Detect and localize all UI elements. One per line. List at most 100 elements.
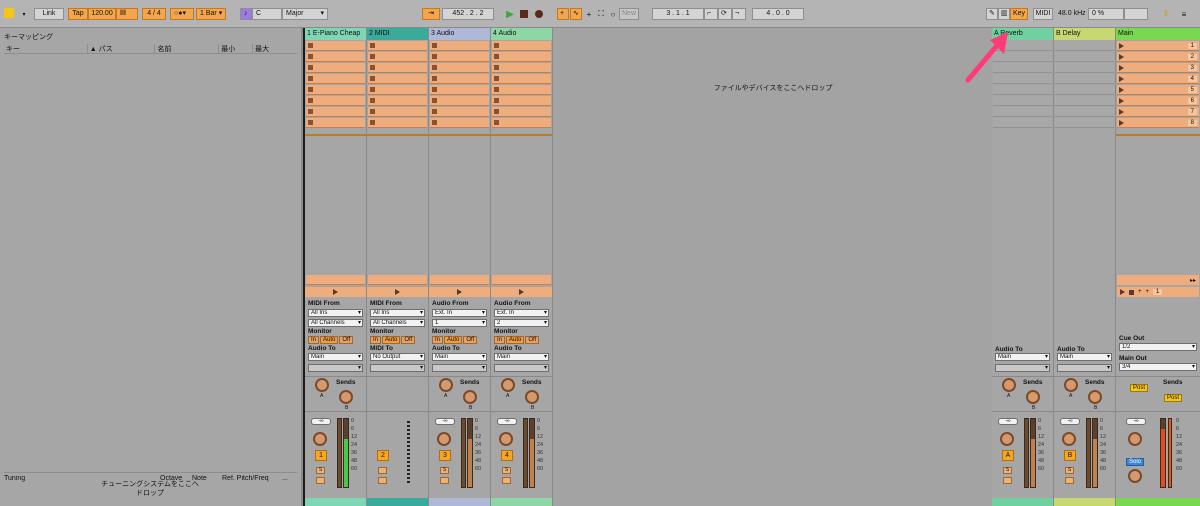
loop-length-field[interactable]: 4 . 0 . 0 bbox=[752, 8, 804, 20]
key-map-button[interactable]: Key bbox=[1010, 8, 1028, 20]
monitor-auto[interactable]: Auto bbox=[444, 336, 463, 344]
clip-stop-icon[interactable] bbox=[308, 76, 313, 81]
clip-slot[interactable] bbox=[492, 85, 551, 95]
track-activator[interactable]: 4 bbox=[501, 450, 513, 461]
quantize-select[interactable]: 1 Bar ▾ bbox=[196, 8, 226, 20]
output-select[interactable]: Main bbox=[308, 353, 363, 361]
clip-slot[interactable] bbox=[492, 107, 551, 117]
scene-launcher[interactable]: 2 bbox=[1117, 52, 1199, 62]
monitor-auto[interactable]: Auto bbox=[320, 336, 339, 344]
clip-slot[interactable] bbox=[368, 41, 427, 51]
output-channel-select[interactable] bbox=[370, 364, 425, 372]
stop-button[interactable] bbox=[367, 287, 428, 297]
output-channel-select[interactable] bbox=[432, 364, 487, 372]
scene-launcher[interactable]: 5 bbox=[1117, 85, 1199, 95]
volume-display[interactable]: -∞ bbox=[497, 418, 517, 425]
clip-slot[interactable] bbox=[430, 107, 489, 117]
input-type-select[interactable]: Ext. In bbox=[432, 309, 487, 317]
clip-slot[interactable] bbox=[430, 41, 489, 51]
output-select[interactable]: Main bbox=[995, 353, 1050, 361]
clip-slot[interactable] bbox=[368, 52, 427, 62]
track-activator[interactable]: 3 bbox=[439, 450, 451, 461]
return-header[interactable]: B Delay bbox=[1054, 28, 1115, 40]
output-select[interactable]: Main bbox=[432, 353, 487, 361]
clip-stop-icon[interactable] bbox=[370, 109, 375, 114]
clip-slot[interactable] bbox=[368, 118, 427, 128]
scene-launcher[interactable]: 1 bbox=[1117, 41, 1199, 51]
clip-slot[interactable] bbox=[306, 118, 365, 128]
keyboard-icon[interactable]: ▥ bbox=[998, 8, 1010, 20]
input-channel-select[interactable]: 2 bbox=[494, 319, 549, 327]
clip-stop-icon[interactable] bbox=[308, 109, 313, 114]
volume-fader[interactable] bbox=[523, 418, 528, 488]
clip-slot[interactable] bbox=[306, 52, 365, 62]
app-icon[interactable] bbox=[4, 8, 14, 18]
track-activator[interactable]: B bbox=[1064, 450, 1076, 461]
stop-icon[interactable] bbox=[1129, 289, 1134, 295]
clip-stop-icon[interactable] bbox=[494, 54, 499, 59]
key-select[interactable]: C bbox=[252, 8, 282, 20]
loop-start-field[interactable]: 3 . 1 . 1 bbox=[652, 8, 704, 20]
arm-button[interactable] bbox=[378, 477, 387, 484]
new-button[interactable]: New bbox=[619, 8, 639, 20]
clip-stop-icon[interactable] bbox=[432, 120, 437, 125]
pan-knob[interactable] bbox=[1000, 432, 1014, 446]
send-b-knob[interactable] bbox=[463, 390, 477, 404]
stop-all-icon[interactable]: ▸▸ bbox=[1190, 277, 1196, 284]
midi-map-button[interactable]: MIDI bbox=[1033, 8, 1053, 20]
cue-out-select[interactable]: 1/2 bbox=[1119, 343, 1197, 351]
send-a-knob[interactable] bbox=[501, 378, 515, 392]
post-button[interactable]: Post bbox=[1164, 394, 1183, 402]
tempo-field[interactable]: 120.00 bbox=[88, 8, 116, 20]
clip-stop-icon[interactable] bbox=[494, 76, 499, 81]
clip-slot[interactable] bbox=[306, 41, 365, 51]
clip-stop-icon[interactable] bbox=[370, 87, 375, 92]
clip-stop-icon[interactable] bbox=[432, 65, 437, 70]
clip-stop-icon[interactable] bbox=[432, 98, 437, 103]
clip-slot[interactable] bbox=[368, 96, 427, 106]
main-out-select[interactable]: 3/4 bbox=[1119, 363, 1197, 371]
stop-button[interactable] bbox=[491, 287, 552, 297]
send-b-knob[interactable] bbox=[1088, 390, 1102, 404]
scale-select[interactable]: Major ▾ bbox=[282, 8, 328, 20]
clip-stop-icon[interactable] bbox=[494, 65, 499, 70]
main-header[interactable]: Main bbox=[1116, 28, 1200, 40]
clip-slot[interactable] bbox=[306, 74, 365, 84]
clip-slot[interactable] bbox=[430, 63, 489, 73]
track-header[interactable]: 4 Audio bbox=[491, 28, 552, 40]
output-channel-select[interactable] bbox=[1057, 364, 1112, 372]
track-header[interactable]: 1 E-Piano Cheap bbox=[305, 28, 366, 40]
arrangement-position[interactable]: 452 . 2 . 2 bbox=[442, 8, 494, 20]
scene-play-icon[interactable] bbox=[1119, 119, 1124, 126]
add-icon[interactable]: + bbox=[1146, 289, 1150, 295]
draw-mode-icon[interactable]: ✎ bbox=[986, 8, 998, 20]
clip-slot[interactable] bbox=[430, 52, 489, 62]
menu-icon[interactable]: ≡ bbox=[1178, 8, 1190, 20]
stop-all-clips[interactable]: ▸▸ bbox=[1117, 275, 1199, 285]
solo-button[interactable]: S bbox=[1065, 467, 1074, 474]
scene-play-icon[interactable] bbox=[1119, 53, 1124, 60]
clip-stop-icon[interactable] bbox=[370, 76, 375, 81]
clip-stop-icon[interactable] bbox=[432, 76, 437, 81]
scene-play-icon[interactable] bbox=[1119, 86, 1124, 93]
clip-stop-icon[interactable] bbox=[370, 98, 375, 103]
nudge-icon[interactable]: ⦀⦀ bbox=[116, 8, 138, 20]
arm-button[interactable] bbox=[316, 477, 325, 484]
play-scene-icon[interactable] bbox=[1120, 289, 1125, 295]
send-a-knob[interactable] bbox=[315, 378, 329, 392]
clip-slot[interactable] bbox=[430, 85, 489, 95]
clip-slot[interactable] bbox=[430, 96, 489, 106]
track-header[interactable]: 3 Audio bbox=[429, 28, 490, 40]
output-channel-select[interactable] bbox=[494, 364, 549, 372]
column-max[interactable]: 最大 bbox=[253, 44, 297, 53]
scene-launcher[interactable]: 6 bbox=[1117, 96, 1199, 106]
clip-slot[interactable] bbox=[430, 118, 489, 128]
input-type-select[interactable]: Ext. In bbox=[494, 309, 549, 317]
clip-slot[interactable] bbox=[306, 96, 365, 106]
clip-slot[interactable] bbox=[368, 85, 427, 95]
clip-stop-icon[interactable] bbox=[370, 43, 375, 48]
pan-knob[interactable] bbox=[499, 432, 513, 446]
stop-clips-slot[interactable] bbox=[306, 275, 365, 285]
record-icon[interactable] bbox=[533, 8, 545, 20]
solo-button[interactable] bbox=[378, 467, 387, 474]
